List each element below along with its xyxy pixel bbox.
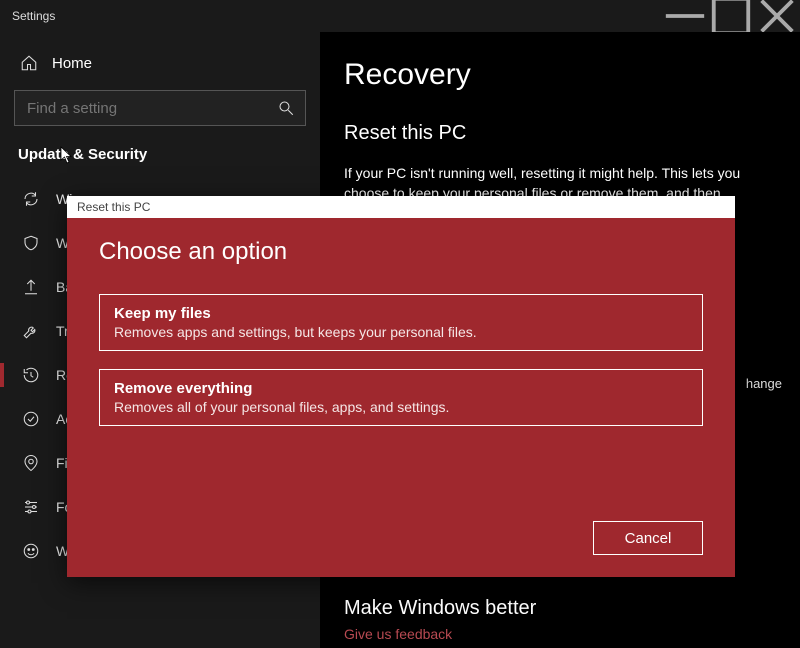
option-title: Remove everything xyxy=(114,380,688,397)
option-description: Removes all of your personal files, apps… xyxy=(114,399,688,415)
feedback-link[interactable]: Give us feedback xyxy=(344,626,536,642)
partial-text-change: hange xyxy=(746,376,782,391)
home-label: Home xyxy=(52,55,92,72)
dialog-titlebar: Reset this PC xyxy=(67,196,735,218)
minimize-button[interactable] xyxy=(662,0,708,32)
find-icon xyxy=(22,454,40,472)
history-icon xyxy=(22,366,40,384)
search-box[interactable] xyxy=(14,90,306,126)
dialog-heading: Choose an option xyxy=(99,238,703,266)
sync-icon xyxy=(22,190,40,208)
section-heading: Update & Security xyxy=(14,144,306,177)
option-title: Keep my files xyxy=(114,305,688,322)
sliders-icon xyxy=(22,498,40,516)
close-button[interactable] xyxy=(754,0,800,32)
section-subheading: Reset this PC xyxy=(344,122,770,145)
option-remove-everything[interactable]: Remove everything Removes all of your pe… xyxy=(99,369,703,426)
shield-icon xyxy=(22,234,40,252)
page-title: Recovery xyxy=(344,58,770,92)
maximize-button[interactable] xyxy=(708,0,754,32)
app-title: Settings xyxy=(12,9,55,23)
home-icon xyxy=(20,54,38,72)
option-description: Removes apps and settings, but keeps you… xyxy=(114,324,688,340)
footer-heading: Make Windows better xyxy=(344,597,536,620)
option-keep-my-files[interactable]: Keep my files Removes apps and settings,… xyxy=(99,294,703,351)
check-icon xyxy=(22,410,40,428)
window-titlebar: Settings xyxy=(0,0,800,32)
wrench-icon xyxy=(22,322,40,340)
insider-icon xyxy=(22,542,40,560)
home-button[interactable]: Home xyxy=(14,46,306,90)
search-input[interactable] xyxy=(25,99,277,118)
reset-pc-dialog: Reset this PC Choose an option Keep my f… xyxy=(67,196,735,577)
search-icon xyxy=(277,99,295,117)
cancel-button[interactable]: Cancel xyxy=(593,521,703,555)
upload-icon xyxy=(22,278,40,296)
